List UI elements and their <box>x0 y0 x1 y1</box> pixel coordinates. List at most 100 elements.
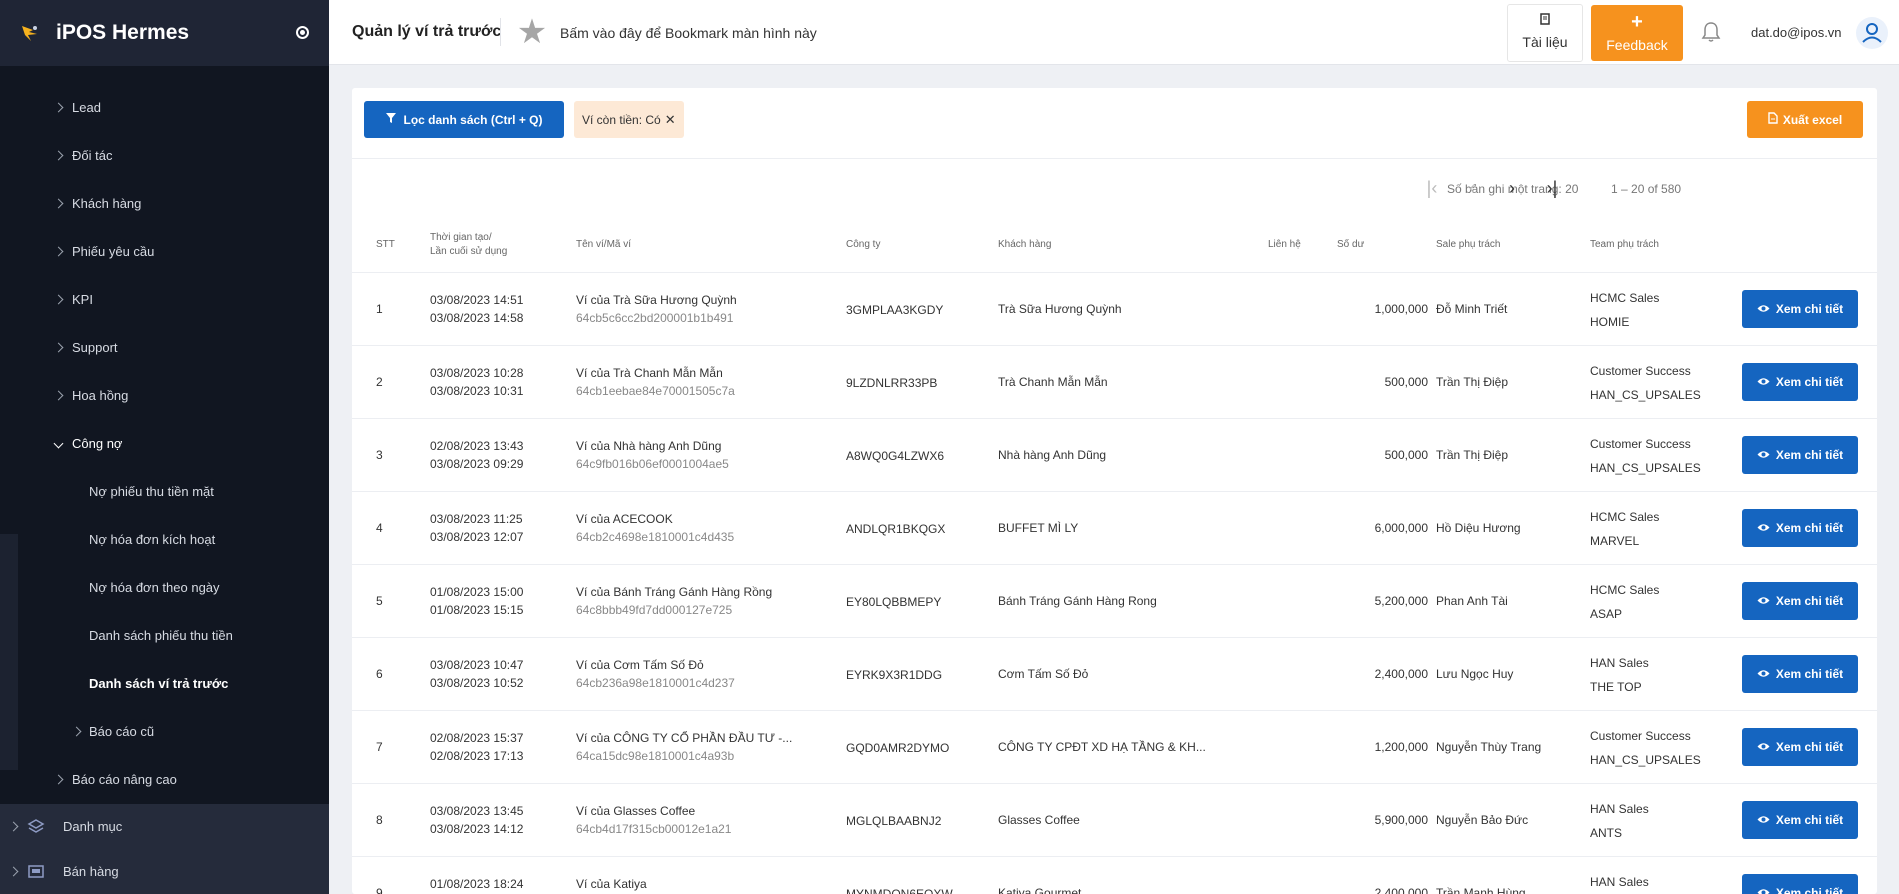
sidebar-subitem-no-hoa-don-kich-hoat[interactable]: Nợ hóa đơn kích hoạt <box>0 515 329 563</box>
prev-page-icon[interactable]: ‹ <box>1458 174 1486 202</box>
sidebar-item-lead[interactable]: Lead <box>0 83 329 131</box>
sidebar-subitem-danh-sach-vi-tra-truoc[interactable]: Danh sách ví trả trước <box>0 659 329 707</box>
row-last-used: 01/08/2023 15:15 <box>430 603 524 617</box>
row-wallet: Ví của ACECOOK 64cb2c4698e1810001c4d435 <box>576 510 734 546</box>
sidebar-item-label: Đối tác <box>72 147 113 163</box>
row-stt: 7 <box>376 740 383 754</box>
sidebar-item-label: Báo cáo cũ <box>89 723 155 739</box>
filter-chip-label: Ví còn tiền: Có <box>582 112 661 127</box>
first-page-icon[interactable]: |‹ <box>1418 174 1446 202</box>
row-wallet-id: 64cb5c6cc2bd200001b1b491 <box>576 311 734 325</box>
avatar[interactable] <box>1856 17 1888 49</box>
sidebar-item-support[interactable]: Support <box>0 323 329 371</box>
star-icon[interactable]: ★ <box>514 14 550 50</box>
divider <box>352 158 1877 159</box>
row-wallet: Ví của Trà Chanh Mẫn Mẫn 64cb1eebae84e700… <box>576 364 735 400</box>
row-created: 03/08/2023 11:25 <box>430 512 523 526</box>
export-excel-button[interactable]: Xuất excel <box>1747 101 1863 138</box>
sidebar-item-label: Danh sách phiếu thu tiền <box>89 627 233 643</box>
view-detail-button[interactable]: Xem chi tiết <box>1742 655 1858 693</box>
view-detail-button[interactable]: Xem chi tiết <box>1742 582 1858 620</box>
last-page-icon[interactable]: ›| <box>1538 174 1566 202</box>
sidebar-item-hoa-hong[interactable]: Hoa hồng <box>0 371 329 419</box>
row-balance: 5,900,000 <box>1374 813 1428 827</box>
filter-icon <box>385 112 397 127</box>
row-company: MYNMDQN6EOXW <box>846 887 953 894</box>
sidebar-item-ban-hang[interactable]: Bán hàng <box>0 849 329 894</box>
row-customer: Cơm Tấm Số Đỏ <box>998 667 1089 681</box>
row-team-primary: Customer Success <box>1590 729 1691 743</box>
row-last-used: 03/08/2023 14:58 <box>430 311 524 325</box>
view-detail-button[interactable]: Xem chi tiết <box>1742 728 1858 766</box>
table-row: 7 02/08/2023 15:37 02/08/2023 17:13 Ví của … <box>352 710 1877 783</box>
row-wallet-name: Ví của Cơm Tấm Số Đỏ <box>576 658 704 672</box>
feedback-button[interactable]: + Feedback <box>1591 5 1683 61</box>
table-row: 2 03/08/2023 10:28 03/08/2023 10:31 Ví của … <box>352 345 1877 418</box>
row-created: 01/08/2023 18:24 <box>430 877 524 891</box>
row-last-used: 03/08/2023 09:29 <box>430 457 524 471</box>
sidebar-item-doi-tac[interactable]: Đối tác <box>0 131 329 179</box>
sidebar-subitem-no-phieu-thu[interactable]: Nợ phiếu thu tiền mặt <box>0 467 329 515</box>
bell-icon[interactable] <box>1700 20 1722 44</box>
row-customer: Nhà hàng Anh Dũng <box>998 448 1107 462</box>
chevron-right-icon <box>8 821 19 832</box>
header-time-last: Lần cuối sử dụng <box>430 246 508 257</box>
sidebar-item-danh-muc[interactable]: Danh mục <box>0 804 329 849</box>
row-balance: 6,000,000 <box>1374 521 1428 535</box>
row-wallet: Ví của Trà Sữa Hương Quỳnh 64cb5c6cc2bd20… <box>576 291 737 327</box>
row-customer: Bánh Tráng Gánh Hàng Rong <box>998 594 1157 608</box>
filter-button[interactable]: Lọc danh sách (Ctrl + Q) <box>364 101 564 138</box>
header-stt: STT <box>376 239 395 250</box>
next-page-icon[interactable]: › <box>1498 174 1526 202</box>
eye-icon <box>1757 521 1770 535</box>
row-company: EYRK9X3R1DDG <box>846 668 943 682</box>
sidebar-subitem-danh-sach-phieu-thu[interactable]: Danh sách phiếu thu tiền <box>0 611 329 659</box>
row-times: 01/08/2023 18:24 <box>430 875 523 893</box>
sidebar-item-label: Nợ phiếu thu tiền mặt <box>89 483 214 499</box>
sidebar-item-bao-cao-nang-cao[interactable]: Báo cáo nâng cao <box>0 755 329 803</box>
row-wallet: Ví của Cơm Tấm Số Đỏ 64cb236a98e1810001c4… <box>576 656 735 692</box>
docs-button[interactable]: Tài liệu <box>1507 4 1583 62</box>
sidebar-item-kpi[interactable]: KPI <box>0 275 329 323</box>
sidebar-item-khach-hang[interactable]: Khách hàng <box>0 179 329 227</box>
row-sale: Đỗ Minh Triết <box>1436 302 1508 316</box>
sidebar-subitem-no-hoa-don-theo-ngay[interactable]: Nợ hóa đơn theo ngày <box>0 563 329 611</box>
view-detail-button[interactable]: Xem chi tiết <box>1742 436 1858 474</box>
bookmark-link[interactable]: Bấm vào đây để Bookmark màn hình này <box>560 25 817 41</box>
row-stt: 1 <box>376 302 383 316</box>
sidebar-item-label: Báo cáo nâng cao <box>72 771 177 787</box>
top-bar: Quản lý ví trả trước ★ Bấm vào đây để Bo… <box>329 0 1899 65</box>
row-balance: 1,000,000 <box>1374 302 1428 316</box>
row-times: 03/08/2023 11:25 03/08/2023 12:07 <box>430 510 523 546</box>
row-times: 02/08/2023 15:37 02/08/2023 17:13 <box>430 729 523 765</box>
row-sale: Trần Thị Điệp <box>1436 448 1509 462</box>
row-wallet-name: Ví của Trà Chanh Mẫn Mẫn <box>576 366 723 380</box>
sidebar-toggle-icon[interactable] <box>296 26 309 39</box>
view-detail-button[interactable]: Xem chi tiết <box>1742 363 1858 401</box>
sidebar-header: iPOS Hermes <box>0 0 329 66</box>
view-detail-label: Xem chi tiết <box>1775 667 1844 681</box>
table-row: 3 02/08/2023 13:43 03/08/2023 09:29 Ví của … <box>352 418 1877 491</box>
close-icon[interactable]: ✕ <box>665 112 676 128</box>
row-stt: 9 <box>376 886 383 894</box>
row-times: 03/08/2023 10:47 03/08/2023 10:52 <box>430 656 523 692</box>
user-email[interactable]: dat.do@ipos.vn <box>1751 25 1842 40</box>
view-detail-button[interactable]: Xem chi tiết <box>1742 874 1858 894</box>
row-wallet-name: Ví của Bánh Tráng Gánh Hàng Rồng <box>576 585 773 599</box>
sidebar-item-label: Danh mục <box>63 819 123 834</box>
sidebar-item-label: Nợ hóa đơn theo ngày <box>89 579 220 595</box>
view-detail-button[interactable]: Xem chi tiết <box>1742 801 1858 839</box>
sidebar-item-cong-no[interactable]: Công nợ <box>0 419 329 467</box>
view-detail-button[interactable]: Xem chi tiết <box>1742 509 1858 547</box>
sidebar-item-label: Bán hàng <box>63 864 119 879</box>
row-created: 02/08/2023 15:37 <box>430 731 524 745</box>
page-title: Quản lý ví trả trước <box>352 23 502 40</box>
chevron-right-icon <box>53 390 64 400</box>
sidebar-subitem-bao-cao-cu[interactable]: Báo cáo cũ <box>0 707 329 755</box>
eye-icon <box>1757 667 1770 681</box>
view-detail-button[interactable]: Xem chi tiết <box>1742 290 1858 328</box>
row-wallet: Ví của Glasses Coffee 64cb4d17f315cb00012… <box>576 802 731 838</box>
row-customer: Katiya Gourmet <box>998 886 1082 894</box>
row-sale: Lưu Ngọc Huy <box>1436 667 1514 681</box>
sidebar-item-phieu-yeu-cau[interactable]: Phiếu yêu cầu <box>0 227 329 275</box>
